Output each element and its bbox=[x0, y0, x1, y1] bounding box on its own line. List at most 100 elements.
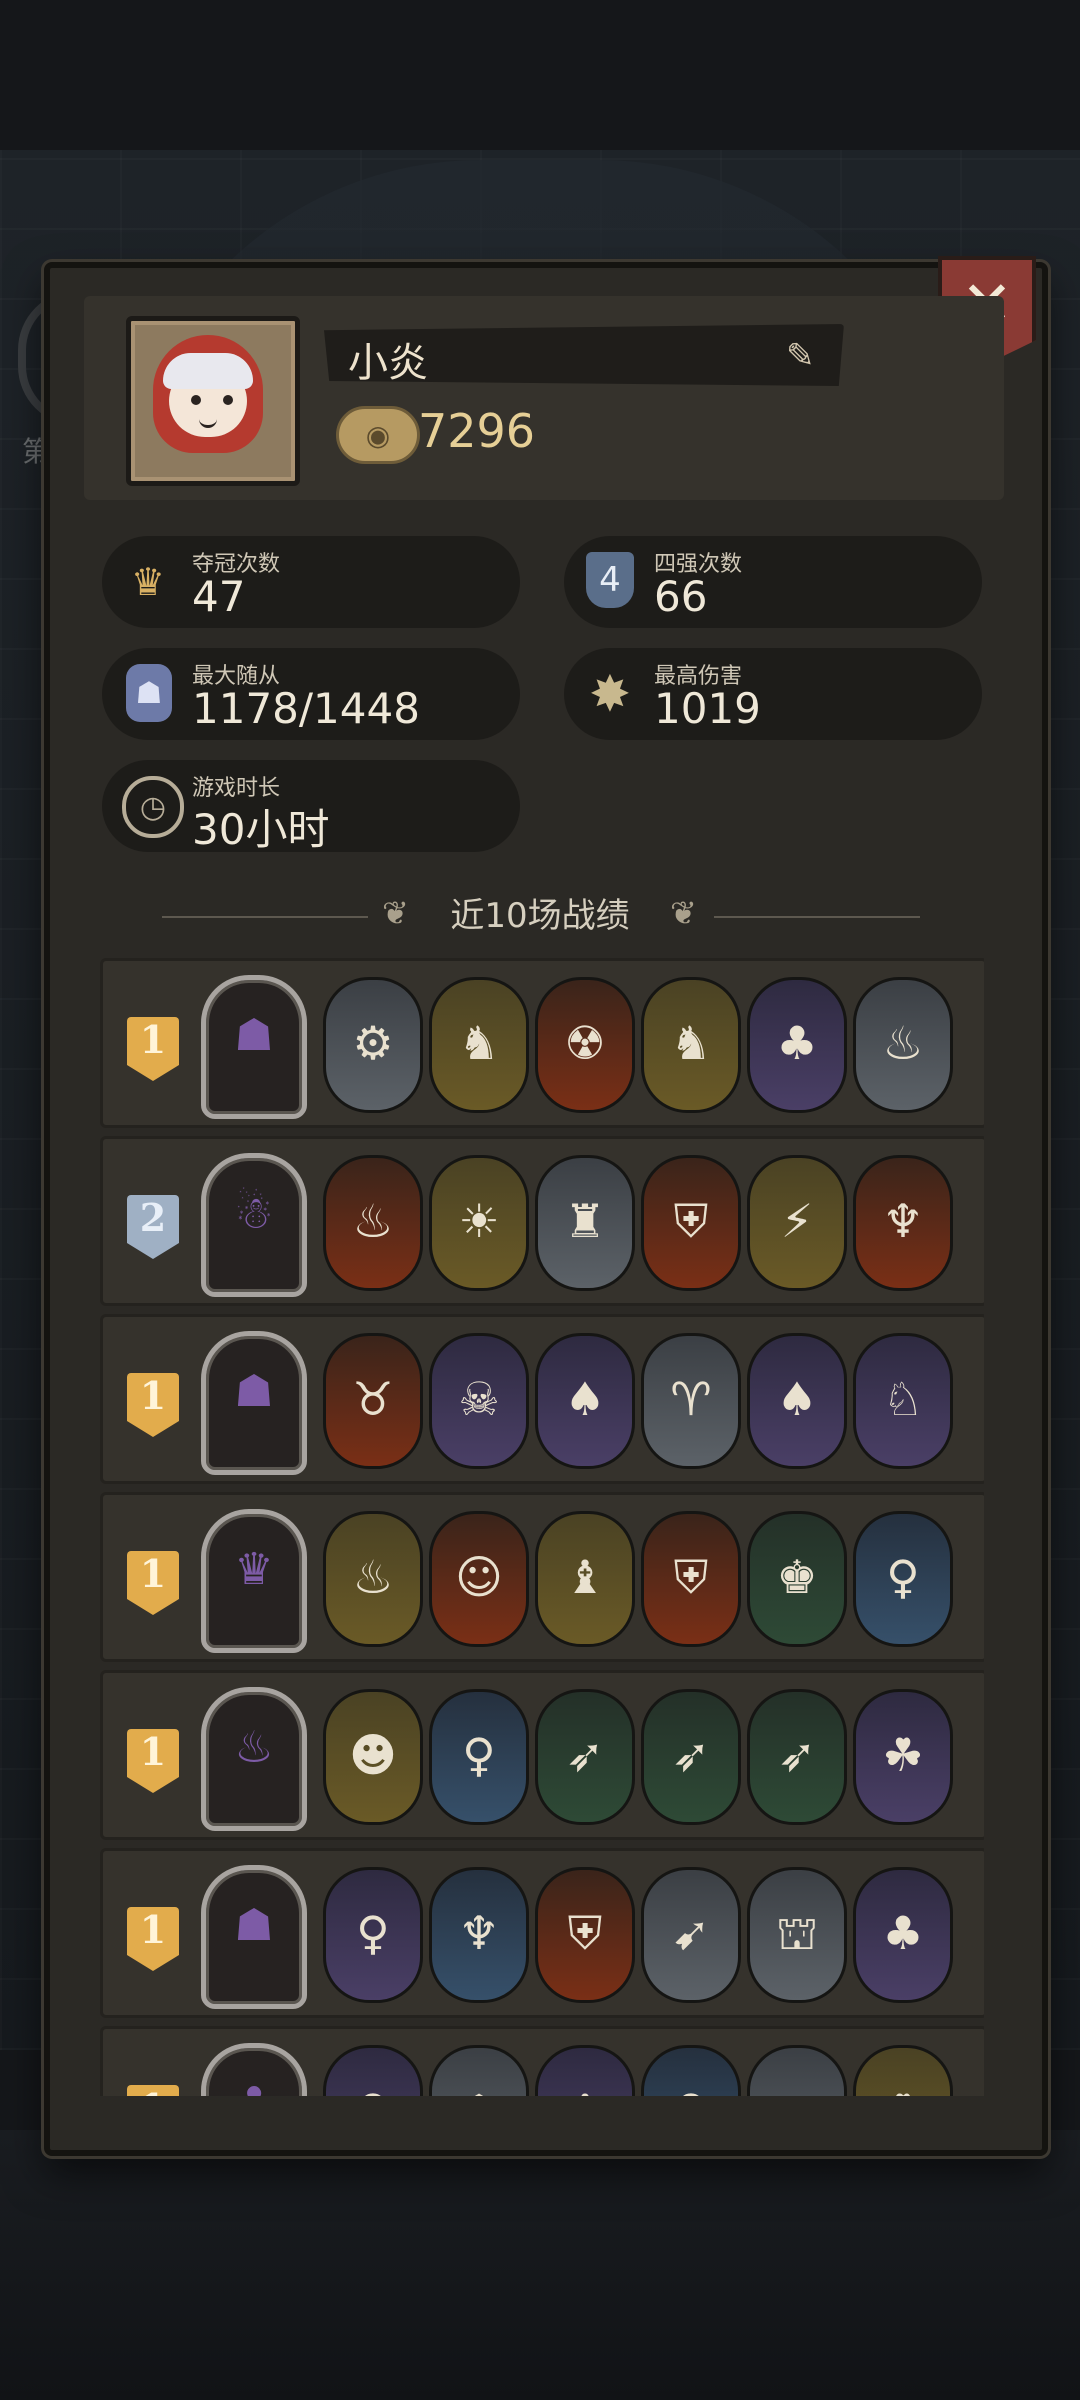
coin-icon: ◉ bbox=[336, 406, 420, 464]
coin-glyph: ◉ bbox=[365, 418, 391, 452]
mushroom-icon: ♠ bbox=[776, 1372, 818, 1426]
rocket-icon: ➹ bbox=[750, 2084, 844, 2096]
unit-portrait[interactable]: ♞ bbox=[429, 977, 529, 1113]
unit-portrait[interactable]: ♀ bbox=[429, 1689, 529, 1825]
unit-portrait[interactable]: ⛫ bbox=[747, 1867, 847, 2003]
hero-portrait[interactable]: ☃ bbox=[201, 1153, 307, 1297]
furnace-icon: ♨ bbox=[882, 1016, 924, 1070]
unit-portrait[interactable]: ♝ bbox=[535, 1511, 635, 1647]
hero-icon: ☗ bbox=[234, 1900, 274, 1951]
rank-badge: 1 bbox=[127, 1373, 179, 1437]
avatar-eye bbox=[223, 395, 233, 405]
hero-portrait[interactable]: ☗ bbox=[201, 1331, 307, 1475]
avatar-hair bbox=[163, 353, 253, 389]
unit-portrait[interactable]: ➹ bbox=[641, 1867, 741, 2003]
match-row[interactable]: 1 ☗ ⚙ ♞ ☢ ♞ ♣ ♨ bbox=[100, 958, 984, 1128]
recent-matches-list[interactable]: 1 ☗ ⚙ ♞ ☢ ♞ ♣ ♨ 2 ☃ ♨ ☀ ♜ ⛨ ⚡ ♆ 1 ☗ ♉ ☠ ♠ ♈ ♠ ♘ 1 ♛ ♨ ☺ ♝ ⛨ ♚ ♀ 1 ♨ ☻ ♀ ➶ ➶ ➶ ☘… bbox=[100, 958, 984, 2096]
unit-portrait[interactable]: ☀ bbox=[429, 1155, 529, 1291]
unit-portrait[interactable]: ⛨ bbox=[535, 1867, 635, 2003]
unit-portrait[interactable]: ♈ bbox=[641, 1333, 741, 1469]
unit-portrait[interactable]: ♆ bbox=[429, 1867, 529, 2003]
unit-portrait[interactable]: ♜ bbox=[535, 1155, 635, 1291]
match-row[interactable]: 1 ☗ ♀ ♆ ⛨ ➹ ⛫ ♣ bbox=[100, 1848, 984, 2018]
mushroom-icon: ♠ bbox=[564, 1372, 606, 1426]
clock-icon: ◷ bbox=[122, 776, 184, 838]
pumpkin-icon: ☘ bbox=[882, 1728, 924, 1782]
unit-portrait[interactable]: ➶ bbox=[535, 1689, 635, 1825]
avatar[interactable] bbox=[126, 316, 300, 486]
profile-header: 小炎 ✎ ◉ 7296 bbox=[84, 296, 1004, 500]
elf-sorceress-icon: ♀ bbox=[644, 2084, 738, 2096]
unit-portrait[interactable]: ♣ bbox=[853, 1867, 953, 2003]
unit-portrait[interactable]: ☘ bbox=[853, 1689, 953, 1825]
unit-portrait[interactable]: ♆ bbox=[853, 1155, 953, 1291]
unit-portrait[interactable]: ♚ bbox=[747, 1511, 847, 1647]
unit-portrait[interactable]: ☺ bbox=[429, 1511, 529, 1647]
unit-portrait[interactable]: ♀ bbox=[853, 1511, 953, 1647]
stat-value: 30小时 bbox=[192, 805, 330, 854]
title-divider-right bbox=[714, 916, 920, 918]
knight-icon: ♞ bbox=[670, 1016, 712, 1070]
unit-portrait[interactable]: ☗ bbox=[429, 2045, 529, 2096]
archer-icon: ➶ bbox=[565, 1728, 605, 1782]
edit-name-icon[interactable]: ✎ bbox=[786, 336, 815, 376]
stat-top4: 4 四强次数 66 bbox=[564, 536, 982, 628]
elf-sorceress-icon: ♀ bbox=[462, 1728, 496, 1782]
hero-icon: ♣ bbox=[206, 2078, 302, 2096]
match-row[interactable]: 1 ♛ ♨ ☺ ♝ ⛨ ♚ ♀ bbox=[100, 1492, 984, 1662]
unit-portrait[interactable]: ⚡ bbox=[747, 1155, 847, 1291]
unit-portrait[interactable]: ☻ bbox=[323, 1689, 423, 1825]
unit-portrait[interactable]: ♉ bbox=[323, 1333, 423, 1469]
rat-icon: ♘ bbox=[882, 1372, 924, 1426]
unit-portrait[interactable]: ➶ bbox=[747, 1689, 847, 1825]
match-row[interactable]: 1 ♣ ♀ ☗ ♝ ♀ ➹ ☘ bbox=[100, 2026, 984, 2096]
unit-portrait[interactable]: ♠ bbox=[747, 1333, 847, 1469]
unit-portrait[interactable]: ♨ bbox=[853, 977, 953, 1113]
follower-icon: ☗ bbox=[126, 664, 172, 722]
hero-portrait[interactable]: ♨ bbox=[201, 1687, 307, 1831]
unit-portrait[interactable]: ♞ bbox=[641, 977, 741, 1113]
hero-portrait[interactable]: ♣ bbox=[201, 2043, 307, 2096]
horned-warrior-icon: ♈ bbox=[670, 1372, 712, 1426]
unit-portrait[interactable]: ♠ bbox=[535, 1333, 635, 1469]
unit-portrait[interactable]: ➹ bbox=[747, 2045, 847, 2096]
unit-portrait[interactable]: ⚙ bbox=[323, 977, 423, 1113]
unit-portrait[interactable]: ♨ bbox=[323, 1511, 423, 1647]
fire-dragon-icon: ♨ bbox=[352, 1194, 394, 1248]
unit-portrait[interactable]: ⛨ bbox=[641, 1155, 741, 1291]
unit-portrait[interactable]: ♀ bbox=[323, 1867, 423, 2003]
unit-portrait[interactable]: ♨ bbox=[323, 1155, 423, 1291]
rank-badge: 1 bbox=[127, 2085, 179, 2096]
match-row[interactable]: 2 ☃ ♨ ☀ ♜ ⛨ ⚡ ♆ bbox=[100, 1136, 984, 1306]
hero-icon: ♛ bbox=[234, 1544, 274, 1595]
stat-followers: ☗ 最大随从 1178/1448 bbox=[102, 648, 520, 740]
shadow-dragon-icon: ♆ bbox=[458, 1906, 500, 1960]
unit-portrait[interactable]: ♘ bbox=[853, 1333, 953, 1469]
crown-icon: ♛ bbox=[130, 560, 166, 604]
hero-portrait[interactable]: ☗ bbox=[201, 1865, 307, 2009]
unit-portrait[interactable]: ♝ bbox=[535, 2045, 635, 2096]
avatar-eye bbox=[191, 395, 201, 405]
unit-portrait[interactable]: ⛨ bbox=[641, 1511, 741, 1647]
unit-portrait[interactable]: ➶ bbox=[641, 1689, 741, 1825]
jester-icon: ♣ bbox=[882, 1906, 924, 1960]
hero-portrait[interactable]: ♛ bbox=[201, 1509, 307, 1653]
coin-count: 7296 bbox=[418, 404, 536, 458]
unit-portrait[interactable]: ♀ bbox=[641, 2045, 741, 2096]
hero-icon: ☗ bbox=[234, 1366, 274, 1417]
bear-icon: ☻ bbox=[349, 1728, 397, 1782]
beast-icon: ♉ bbox=[352, 1372, 394, 1426]
match-row[interactable]: 1 ☗ ♉ ☠ ♠ ♈ ♠ ♘ bbox=[100, 1314, 984, 1484]
match-row[interactable]: 1 ♨ ☻ ♀ ➶ ➶ ➶ ☘ bbox=[100, 1670, 984, 1840]
unit-portrait[interactable]: ☢ bbox=[535, 977, 635, 1113]
unit-portrait[interactable]: ☠ bbox=[429, 1333, 529, 1469]
unit-portrait[interactable]: ♀ bbox=[323, 2045, 423, 2096]
knight-icon: ♞ bbox=[458, 1016, 500, 1070]
unit-portrait[interactable]: ♣ bbox=[747, 977, 847, 1113]
unit-portrait[interactable]: ☘ bbox=[853, 2045, 953, 2096]
flame-brute-icon: ♨ bbox=[352, 1550, 394, 1604]
hero-portrait[interactable]: ☗ bbox=[201, 975, 307, 1119]
shield-warrior-icon: ⛨ bbox=[567, 1906, 603, 1960]
stat-value: 66 bbox=[654, 572, 708, 621]
winged-icon: ♝ bbox=[538, 2084, 632, 2096]
